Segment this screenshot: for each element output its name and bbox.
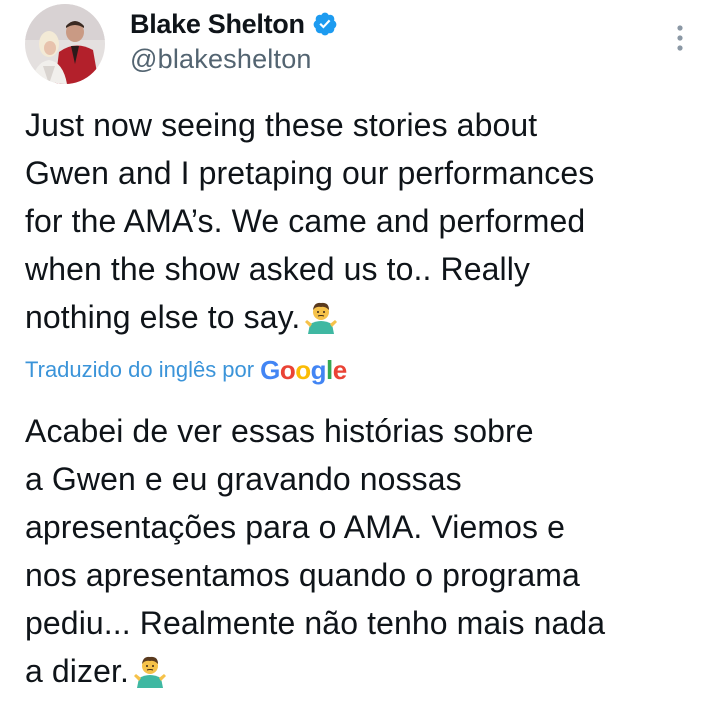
author-handle[interactable]: @blakeshelton	[130, 44, 338, 75]
tweet-line: when the show asked us to.. Really	[25, 251, 531, 287]
person-shrugging-emoji-icon	[304, 299, 338, 334]
tweet-line: for the AMA’s. We came and performed	[25, 203, 586, 239]
tweet-translated-text: Acabei de ver essas histórias sobre a Gw…	[25, 407, 705, 695]
display-name-row: Blake Shelton	[130, 6, 338, 42]
more-options-button[interactable]	[664, 16, 696, 60]
avatar[interactable]	[25, 4, 105, 84]
translated-line: pediu... Realmente não tenho mais nada	[25, 605, 606, 641]
tweet-line: Just now seeing these stories about	[25, 107, 538, 143]
tweet-original-text: Just now seeing these stories about Gwen…	[25, 101, 705, 341]
translated-line: Acabei de ver essas histórias sobre	[25, 413, 534, 449]
tweet-line-text: nothing else to say.	[25, 299, 301, 335]
translated-line: a Gwen e eu gravando nossas	[25, 461, 462, 497]
author-header: Blake Shelton @blakeshelton	[130, 6, 338, 86]
verified-badge-icon	[312, 11, 338, 37]
tweet-line-last: nothing else to say.	[25, 293, 705, 341]
tweet-line: Gwen and I pretaping our performances	[25, 155, 595, 191]
tweet-card: Blake Shelton @blakeshelton Just now see…	[0, 0, 720, 694]
translated-line: apresentações para o AMA. Viemos e	[25, 509, 566, 545]
more-options-icon	[677, 25, 683, 51]
translated-line: nos apresentamos quando o programa	[25, 557, 580, 593]
translated-line-text: a dizer.	[25, 653, 129, 689]
display-name[interactable]: Blake Shelton	[130, 9, 305, 40]
translated-by-label[interactable]: Traduzido do inglês por	[25, 357, 254, 383]
translation-attribution: Traduzido do inglês por Google	[25, 352, 347, 388]
translated-line-last: a dizer.	[25, 647, 705, 695]
person-shrugging-emoji-icon	[133, 653, 167, 688]
google-logo[interactable]: Google	[260, 355, 347, 386]
